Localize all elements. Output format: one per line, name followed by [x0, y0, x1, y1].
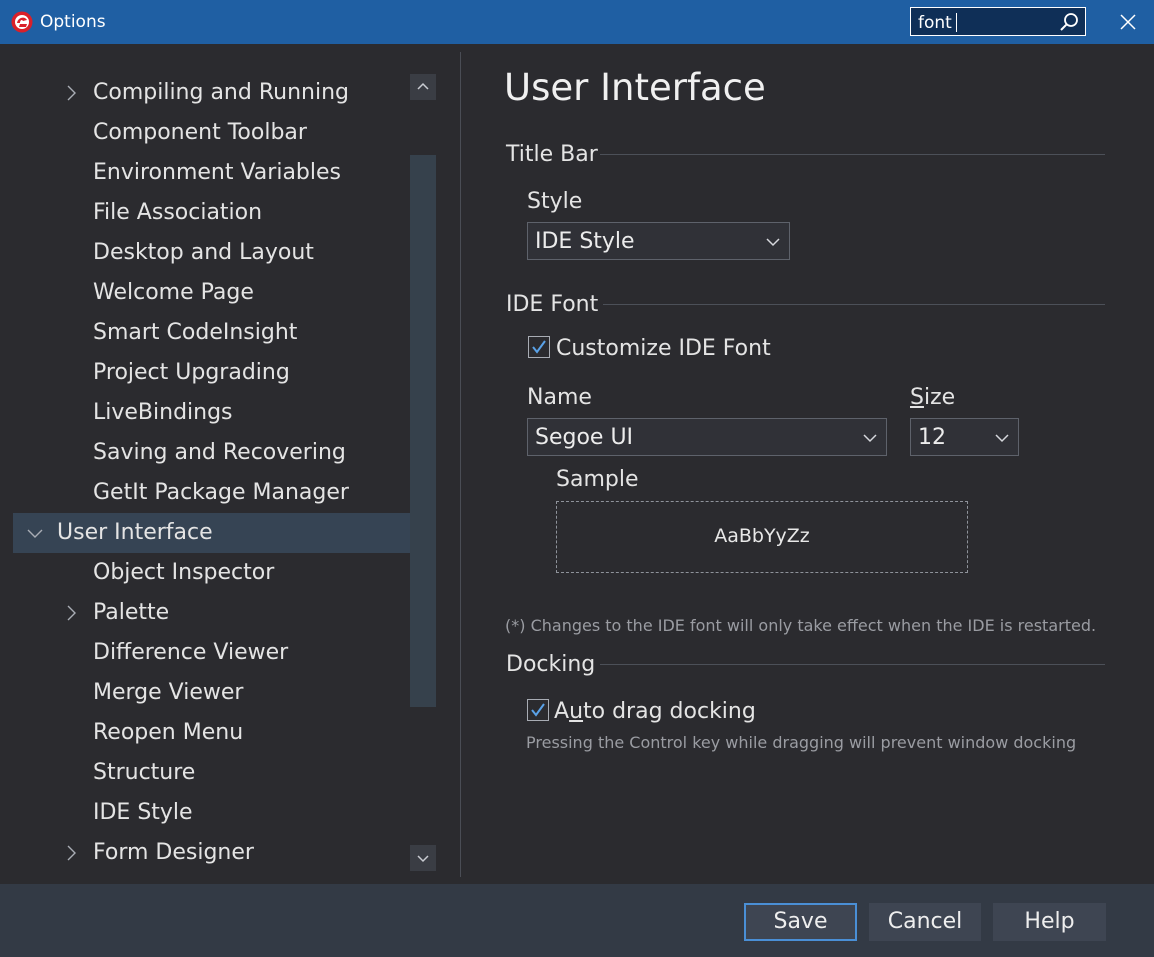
checkmark-icon — [532, 340, 546, 354]
font-size-select-value: 12 — [918, 425, 946, 450]
tree-item[interactable]: Structure — [13, 753, 410, 793]
font-size-label: Size — [910, 385, 956, 410]
tree-item-label: User Interface — [57, 520, 213, 545]
tree-item-label: Welcome Page — [93, 280, 254, 305]
scrollbar-thumb[interactable] — [410, 155, 436, 707]
tree-item-label: Smart CodeInsight — [93, 320, 298, 345]
tree-item[interactable]: Reopen Menu — [13, 713, 410, 753]
options-tree: Compiling and Running Component Toolbar En… — [0, 44, 460, 884]
search-icon[interactable] — [1058, 11, 1080, 33]
chevron-down-icon — [766, 238, 780, 247]
style-select[interactable]: IDE Style — [527, 222, 790, 260]
chevron-down-icon — [863, 434, 877, 443]
tree-item-label: LiveBindings — [93, 400, 233, 425]
tree-item[interactable]: GetIt Package Manager — [13, 473, 410, 513]
title-bar: Options font — [0, 0, 1154, 44]
group-label-ide-font: IDE Font — [506, 292, 599, 317]
tree-item-label: Structure — [93, 760, 196, 785]
group-label-docking: Docking — [506, 652, 596, 677]
tree-item[interactable]: Saving and Recovering — [13, 433, 410, 473]
tree-item-label: Saving and Recovering — [93, 440, 346, 465]
tree-item[interactable]: Object Inspector — [13, 553, 410, 593]
pane-divider — [460, 52, 461, 877]
tree-item-label: Difference Viewer — [93, 640, 289, 665]
embarcadero-logo-icon — [11, 11, 33, 33]
search-input-value: font — [918, 13, 952, 33]
tree-item-label: Component Toolbar — [93, 120, 307, 145]
tree-item[interactable]: Merge Viewer — [13, 673, 410, 713]
chevron-down-icon — [995, 434, 1009, 443]
help-button[interactable]: Help — [993, 903, 1106, 941]
cancel-button[interactable]: Cancel — [869, 903, 981, 941]
auto-drag-docking-checkbox[interactable] — [527, 699, 549, 721]
tree-item[interactable]: Form Designer — [13, 833, 410, 873]
group-divider — [603, 304, 1105, 305]
tree-item[interactable]: IDE Style — [13, 793, 410, 833]
auto-drag-docking-label[interactable]: Auto drag docking — [554, 699, 756, 724]
close-icon[interactable] — [1110, 6, 1146, 38]
style-select-value: IDE Style — [535, 229, 635, 254]
chevron-up-icon — [417, 82, 429, 90]
text-caret — [956, 13, 957, 32]
window-title: Options — [40, 12, 106, 32]
tree-item-label: Environment Variables — [93, 160, 342, 185]
tree-item-label: IDE Style — [93, 800, 193, 825]
chevron-right-icon[interactable] — [63, 605, 79, 621]
font-size-select[interactable]: 12 — [910, 418, 1019, 456]
tree-item-label: GetIt Package Manager — [93, 480, 349, 505]
scroll-up-button[interactable] — [410, 74, 436, 100]
tree-item[interactable]: Compiling and Running — [13, 73, 410, 113]
tree-item-label: Reopen Menu — [93, 720, 244, 745]
group-divider — [600, 664, 1105, 665]
customize-ide-font-label[interactable]: Customize IDE Font — [556, 336, 771, 361]
tree-item-label: Form Designer — [93, 840, 254, 865]
tree-item[interactable]: Welcome Page — [13, 273, 410, 313]
tree-item[interactable]: Palette — [13, 593, 410, 633]
tree-item[interactable]: Component Toolbar — [13, 113, 410, 153]
tree-item-label: File Association — [93, 200, 263, 225]
tree-item[interactable]: Difference Viewer — [13, 633, 410, 673]
chevron-down-icon[interactable] — [27, 525, 43, 541]
font-name-select-value: Segoe UI — [535, 425, 634, 450]
font-name-select[interactable]: Segoe UI — [527, 418, 887, 456]
tree-item[interactable]: User Interface — [13, 513, 410, 553]
group-divider — [600, 154, 1105, 155]
chevron-down-icon — [417, 855, 429, 863]
tree-item[interactable]: LiveBindings — [13, 393, 410, 433]
style-label: Style — [527, 189, 583, 214]
scroll-down-button[interactable] — [410, 845, 436, 871]
save-button[interactable]: Save — [744, 903, 857, 941]
font-name-label: Name — [527, 385, 592, 410]
sample-label: Sample — [556, 467, 639, 492]
tree-item[interactable]: Environment Variables — [13, 153, 410, 193]
chevron-right-icon[interactable] — [63, 85, 79, 101]
tree-item[interactable]: Smart CodeInsight — [13, 313, 410, 353]
tree-item-label: Desktop and Layout — [93, 240, 314, 265]
tree-item[interactable]: Project Upgrading — [13, 353, 410, 393]
tree-item[interactable]: File Association — [13, 193, 410, 233]
tree-item-label: Compiling and Running — [93, 80, 349, 105]
tree-item-label: Merge Viewer — [93, 680, 244, 705]
tree-item[interactable]: Desktop and Layout — [13, 233, 410, 273]
checkmark-icon — [531, 703, 545, 717]
sample-text: AaBbYyZz — [714, 525, 810, 547]
search-input[interactable]: font — [910, 7, 1086, 36]
tree-item-label: Palette — [93, 600, 170, 625]
chevron-right-icon[interactable] — [63, 845, 79, 861]
docking-hint: Pressing the Control key while dragging … — [526, 733, 1077, 752]
page-title: User Interface — [504, 66, 766, 109]
font-sample-preview: AaBbYyZz — [556, 501, 968, 573]
restart-note: (*) Changes to the IDE font will only ta… — [505, 616, 1097, 635]
tree-item-label: Project Upgrading — [93, 360, 290, 385]
customize-ide-font-checkbox[interactable] — [528, 336, 550, 358]
group-label-title-bar: Title Bar — [506, 142, 598, 167]
tree-item-label: Object Inspector — [93, 560, 275, 585]
